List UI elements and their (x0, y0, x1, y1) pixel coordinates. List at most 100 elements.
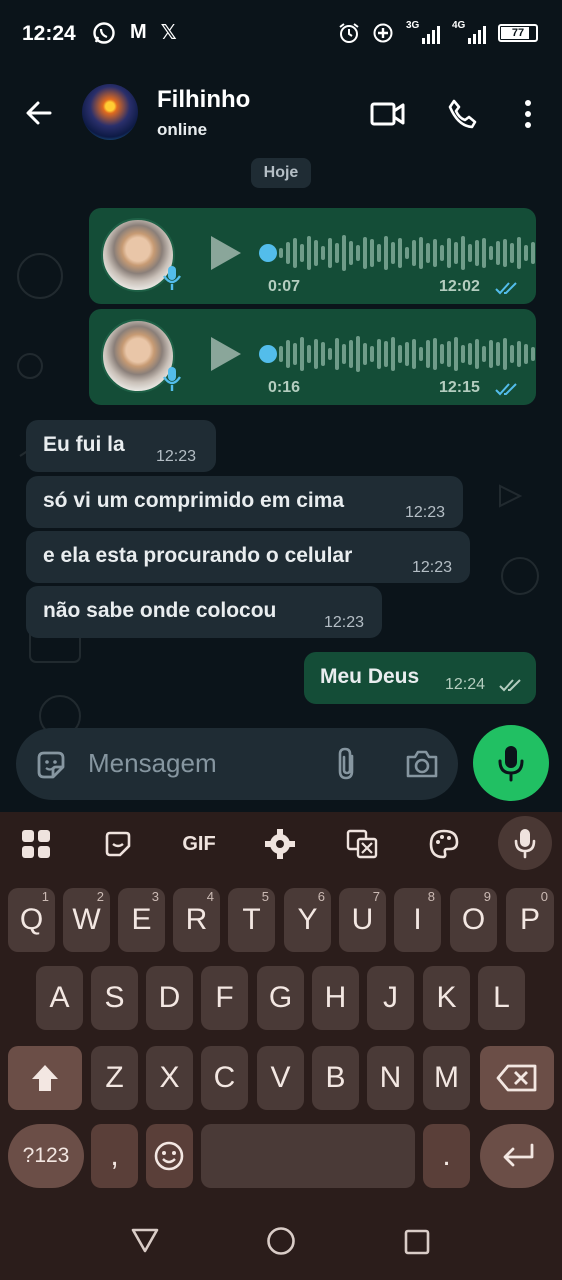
play-icon[interactable] (211, 337, 241, 371)
voice-message[interactable]: 0:16 12:15 (89, 309, 536, 405)
video-call-button[interactable] (368, 94, 408, 134)
key-a[interactable]: A (36, 966, 83, 1030)
key-b[interactable]: B (312, 1046, 359, 1110)
comma-key[interactable]: , (91, 1124, 138, 1188)
battery-level: 77 (511, 27, 525, 39)
message-text: e ela esta procurando o celular (43, 544, 353, 567)
key-i[interactable]: I8 (394, 888, 441, 952)
recents-square-icon[interactable] (403, 1228, 431, 1256)
symbols-key[interactable]: ?123 (8, 1124, 84, 1188)
key-l[interactable]: L (478, 966, 525, 1030)
shift-arrow-icon (32, 1065, 58, 1091)
voice-duration: 0:16 (268, 379, 301, 396)
contact-avatar[interactable] (82, 84, 138, 140)
enter-arrow-icon (503, 1143, 534, 1167)
sticker-icon[interactable] (34, 748, 68, 782)
key-u[interactable]: U7 (339, 888, 386, 952)
gmail-icon: M (130, 21, 147, 43)
voice-message[interactable]: 0:07 12:02 (89, 208, 536, 304)
waveform[interactable] (279, 233, 535, 273)
key-k[interactable]: K (423, 966, 470, 1030)
message-time: 12:23 (405, 504, 446, 521)
keyboard: GIF Q1 W2 E3 R4 T5 Y6 U7 I8 O9 P0 A S D … (0, 812, 562, 1202)
key-s[interactable]: S (91, 966, 138, 1030)
message-text: só vi um comprimido em cima (43, 489, 345, 512)
whatsapp-icon (93, 21, 115, 44)
mic-badge-icon (163, 266, 181, 290)
key-v[interactable]: V (257, 1046, 304, 1110)
voice-record-button[interactable] (473, 725, 549, 801)
attach-icon[interactable] (334, 746, 360, 782)
settings-gear-icon[interactable] (262, 826, 298, 862)
contact-status: online (157, 120, 208, 139)
key-g[interactable]: G (257, 966, 304, 1030)
key-w[interactable]: W2 (63, 888, 110, 952)
playback-position[interactable] (259, 244, 277, 262)
contact-name[interactable]: Filhinho (157, 86, 250, 114)
chat-area[interactable]: Hoje 0:07 12:02 0:16 12:15 Eu fui la 12:… (0, 156, 562, 812)
translate-icon[interactable] (344, 826, 380, 862)
sticker-keyboard-icon[interactable] (100, 826, 136, 862)
emoji-icon (154, 1141, 184, 1171)
key-q[interactable]: Q1 (8, 888, 55, 952)
key-z[interactable]: Z (91, 1046, 138, 1110)
play-icon[interactable] (211, 236, 241, 270)
enter-key[interactable] (480, 1124, 554, 1188)
key-f[interactable]: F (201, 966, 248, 1030)
back-triangle-icon[interactable] (130, 1226, 160, 1254)
back-arrow-icon[interactable] (22, 96, 56, 130)
key-d[interactable]: D (146, 966, 193, 1030)
period-key[interactable]: . (423, 1124, 470, 1188)
key-m[interactable]: M (423, 1046, 470, 1110)
incoming-message[interactable]: Eu fui la 12:23 (26, 420, 216, 472)
key-o[interactable]: O9 (450, 888, 497, 952)
chat-header: Filhinho online (0, 70, 562, 156)
keyboard-toolbar: GIF (0, 812, 562, 876)
outgoing-message[interactable]: Meu Deus 12:24 (304, 652, 536, 704)
key-y[interactable]: Y6 (284, 888, 331, 952)
home-circle-icon[interactable] (266, 1226, 296, 1256)
microphone-icon (498, 746, 524, 782)
message-text: Eu fui la (43, 433, 125, 456)
mic-badge-icon (163, 367, 181, 391)
key-h[interactable]: H (312, 966, 359, 1030)
voice-typing-button[interactable] (498, 816, 552, 870)
message-time: 12:24 (445, 676, 486, 693)
backspace-key[interactable] (480, 1046, 554, 1110)
space-key[interactable] (201, 1124, 415, 1188)
more-options-button[interactable] (508, 94, 548, 134)
incoming-message[interactable]: só vi um comprimido em cima 12:23 (26, 476, 463, 528)
key-x[interactable]: X (146, 1046, 193, 1110)
key-r[interactable]: R4 (173, 888, 220, 952)
shift-key[interactable] (8, 1046, 82, 1110)
gif-button[interactable]: GIF (176, 826, 222, 862)
message-composer[interactable]: Mensagem (16, 728, 458, 800)
emoji-key[interactable] (146, 1124, 193, 1188)
message-input[interactable]: Mensagem (88, 748, 217, 779)
key-c[interactable]: C (201, 1046, 248, 1110)
incoming-message[interactable]: e ela esta procurando o celular 12:23 (26, 531, 470, 583)
key-p[interactable]: P0 (506, 888, 554, 952)
incoming-message[interactable]: não sabe onde colocou 12:23 (26, 586, 382, 638)
key-j[interactable]: J (367, 966, 414, 1030)
voice-call-button[interactable] (442, 94, 482, 134)
key-t[interactable]: T5 (228, 888, 275, 952)
theme-palette-icon[interactable] (426, 826, 462, 862)
waveform[interactable] (279, 334, 535, 374)
data-saver-icon (373, 23, 393, 43)
signal-4g-icon: 4G (452, 20, 486, 46)
backspace-icon (496, 1064, 537, 1092)
message-time: 12:02 (439, 278, 480, 295)
message-time: 12:23 (412, 559, 453, 576)
notification-icons: M 𝕏 (92, 20, 177, 45)
camera-icon[interactable] (404, 748, 440, 780)
double-check-delivered-icon (499, 679, 521, 692)
more-vertical-icon (525, 100, 531, 128)
key-n[interactable]: N (367, 1046, 414, 1110)
playback-position[interactable] (259, 345, 277, 363)
date-chip: Hoje (251, 158, 311, 188)
double-check-read-icon (495, 282, 517, 295)
battery-icon: 77 (498, 24, 538, 42)
key-e[interactable]: E3 (118, 888, 165, 952)
apps-grid-icon[interactable] (18, 826, 54, 862)
